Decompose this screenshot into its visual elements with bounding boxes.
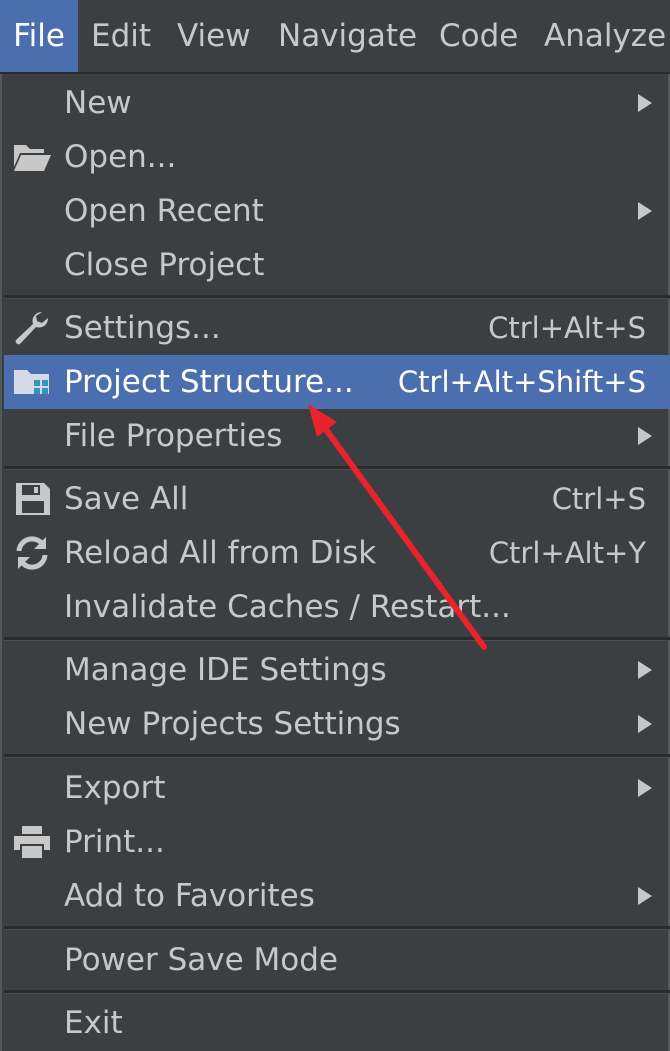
menu-separator (4, 637, 670, 641)
submenu-arrow-icon (638, 427, 652, 445)
menu-item-new-label: New (64, 85, 132, 121)
menu-separator (4, 754, 670, 758)
menu-item-save-all[interactable]: Save All Ctrl+S (4, 472, 670, 526)
menu-item-add-to-favorites[interactable]: Add to Favorites (4, 869, 670, 923)
menu-file[interactable]: File (0, 0, 78, 72)
menu-code[interactable]: Code (439, 0, 518, 72)
menu-item-new[interactable]: New (4, 76, 670, 130)
menu-item-exit-label: Exit (64, 1005, 123, 1041)
submenu-arrow-icon (638, 202, 652, 220)
menu-separator (4, 295, 670, 299)
menu-bar: File Edit View Navigate Code Analyze (0, 0, 670, 74)
submenu-arrow-icon (638, 779, 652, 797)
menu-item-settings-shortcut: Ctrl+Alt+S (488, 311, 646, 345)
project-structure-icon (12, 364, 52, 400)
menu-navigate[interactable]: Navigate (278, 0, 417, 72)
menu-item-project-structure-label: Project Structure... (64, 364, 354, 400)
submenu-arrow-icon (638, 661, 652, 679)
menu-item-file-properties[interactable]: File Properties (4, 409, 670, 463)
menu-item-reload-all-shortcut: Ctrl+Alt+Y (488, 536, 646, 570)
menu-item-manage-ide-settings[interactable]: Manage IDE Settings (4, 643, 670, 697)
menu-item-power-save-mode[interactable]: Power Save Mode (4, 933, 670, 987)
menu-item-print-label: Print... (64, 824, 165, 860)
menu-item-project-structure[interactable]: Project Structure... Ctrl+Alt+Shift+S (4, 355, 670, 409)
wrench-icon (12, 310, 52, 346)
menu-edit[interactable]: Edit (91, 0, 151, 72)
menu-navigate-label: Navigate (278, 18, 418, 54)
ide-window: File Edit View Navigate Code Analyze New… (0, 0, 670, 1051)
file-menu-dropdown: New Open... Open Recent Close Project Se… (0, 74, 670, 1051)
menu-code-label: Code (439, 18, 519, 54)
menu-item-save-all-label: Save All (64, 481, 189, 517)
menu-separator (4, 466, 670, 470)
menu-item-open-recent[interactable]: Open Recent (4, 184, 670, 238)
menu-item-project-structure-shortcut: Ctrl+Alt+Shift+S (397, 365, 646, 399)
submenu-arrow-icon (638, 715, 652, 733)
menu-separator (4, 990, 670, 994)
menu-view[interactable]: View (177, 0, 251, 72)
menu-item-export-label: Export (64, 770, 166, 806)
menu-item-open[interactable]: Open... (4, 130, 670, 184)
menu-item-new-projects-settings[interactable]: New Projects Settings (4, 697, 670, 751)
save-icon (12, 481, 52, 517)
menu-analyze-label: Analyze (544, 18, 667, 54)
menu-analyze[interactable]: Analyze (544, 0, 666, 72)
menu-item-close-project[interactable]: Close Project (4, 238, 670, 292)
printer-icon (12, 824, 52, 860)
submenu-arrow-icon (638, 94, 652, 112)
menu-item-add-to-favorites-label: Add to Favorites (64, 878, 315, 914)
menu-edit-label: Edit (91, 18, 152, 54)
menu-item-close-project-label: Close Project (64, 247, 265, 283)
menu-item-new-projects-settings-label: New Projects Settings (64, 706, 401, 742)
menu-item-settings[interactable]: Settings... Ctrl+Alt+S (4, 301, 670, 355)
menu-item-reload-all-label: Reload All from Disk (64, 535, 377, 571)
reload-icon (12, 535, 52, 571)
menu-item-file-properties-label: File Properties (64, 418, 283, 454)
submenu-arrow-icon (638, 887, 652, 905)
menu-item-open-label: Open... (64, 139, 177, 175)
menu-item-open-recent-label: Open Recent (64, 193, 264, 229)
menu-item-settings-label: Settings... (64, 310, 221, 346)
menu-item-save-all-shortcut: Ctrl+S (551, 482, 646, 516)
folder-open-icon (12, 139, 52, 175)
menu-item-export[interactable]: Export (4, 761, 670, 815)
menu-item-power-save-mode-label: Power Save Mode (64, 942, 338, 978)
menu-item-invalidate-caches-label: Invalidate Caches / Restart... (64, 589, 511, 625)
menu-item-invalidate-caches[interactable]: Invalidate Caches / Restart... (4, 580, 670, 634)
menu-separator (4, 926, 670, 930)
menu-item-print[interactable]: Print... (4, 815, 670, 869)
menu-item-exit[interactable]: Exit (4, 996, 670, 1050)
menu-item-reload-all[interactable]: Reload All from Disk Ctrl+Alt+Y (4, 526, 670, 580)
menu-view-label: View (177, 18, 251, 54)
menu-item-manage-ide-settings-label: Manage IDE Settings (64, 652, 387, 688)
menu-file-label: File (13, 18, 65, 54)
